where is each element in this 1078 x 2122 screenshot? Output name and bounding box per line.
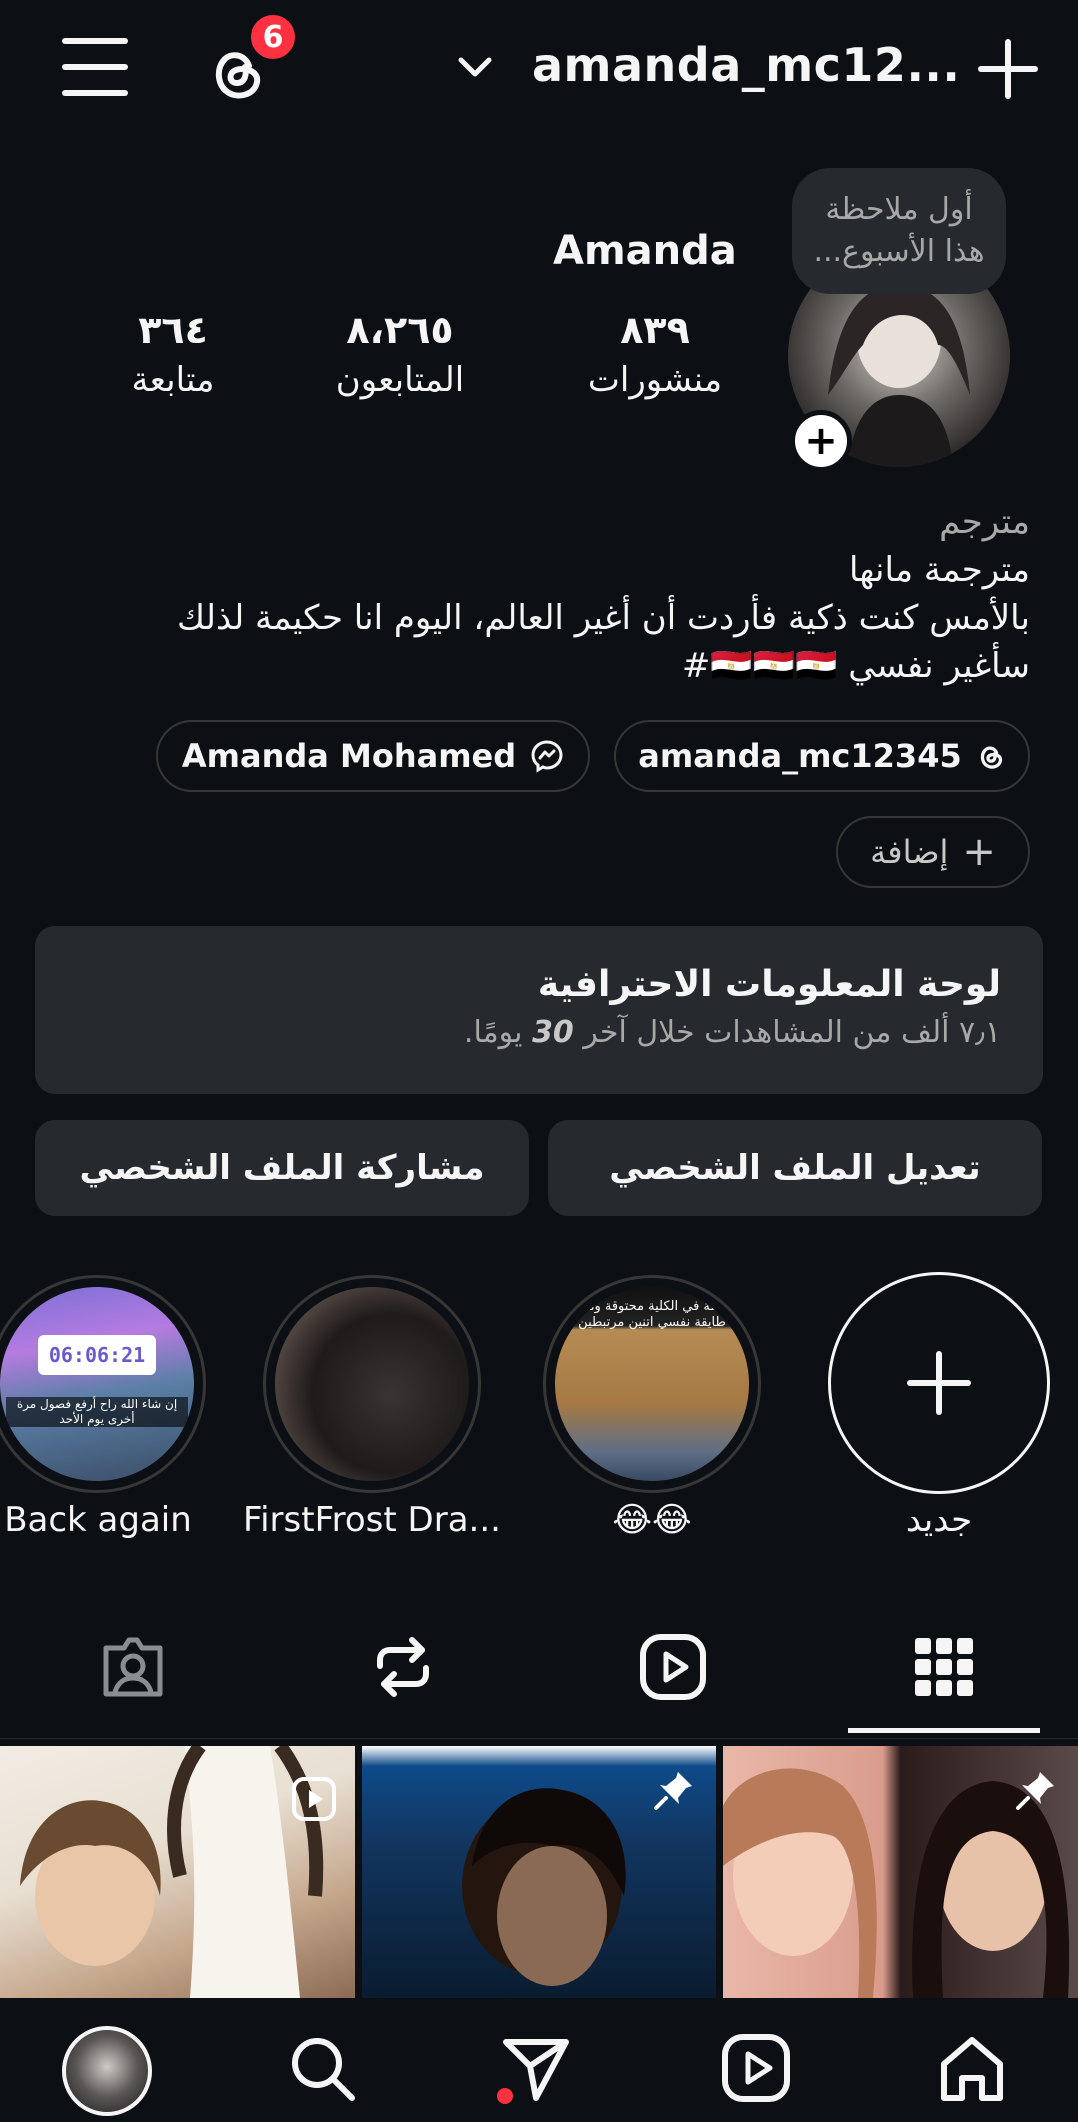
highlight-2[interactable] <box>263 1275 481 1493</box>
note-line-2: هذا الأسبوع... <box>813 234 985 269</box>
highlight-label-new: جديد <box>905 1500 973 1540</box>
tab-grid-icon[interactable] <box>909 1632 979 1702</box>
share-profile-button[interactable]: مشاركة الملف الشخصي <box>35 1120 529 1216</box>
highlight-3[interactable]: 06:06:21 إن شاء الله راح أرفع فصول مرة أ… <box>0 1275 206 1493</box>
followers-count: ٨،٢٦٥ <box>346 308 454 352</box>
hamburger-icon[interactable] <box>62 38 128 96</box>
dashboard-title: لوحة المعلومات الاحترافية <box>537 964 1001 1005</box>
notification-badge: 6 <box>248 12 298 62</box>
bio-line-2: بالأمس كنت ذكية فأردت أن أغير العالم، ال… <box>177 598 1030 638</box>
unread-dot <box>497 2088 513 2104</box>
facebook-name: Amanda Mohamed <box>181 737 517 775</box>
dashboard-subtitle-suffix: يومًا. <box>463 1015 523 1050</box>
posts-count: ٨٣٩ <box>620 308 690 352</box>
highlight-2-thumbnail <box>275 1287 469 1481</box>
facebook-link-chip[interactable]: Amanda Mohamed <box>156 720 590 792</box>
stat-posts[interactable]: ٨٣٩ منشورات <box>580 305 730 405</box>
create-plus-icon[interactable] <box>975 36 1041 102</box>
tabs-divider <box>0 1738 1078 1739</box>
following-label: متابعة <box>131 360 215 400</box>
account-switcher-username[interactable]: amanda_mc12... <box>532 38 960 92</box>
following-count: ٣٦٤ <box>138 308 208 352</box>
highlight-1[interactable]: واقفة في الكلية محتوقة ومش طايقة نفسي ات… <box>543 1275 761 1493</box>
note-line-1: أول ملاحظة <box>825 192 973 227</box>
highlight-1-thumbnail: واقفة في الكلية محتوقة ومش طايقة نفسي ات… <box>555 1287 749 1481</box>
search-icon[interactable] <box>286 2032 358 2104</box>
reels-icon[interactable] <box>720 2032 792 2104</box>
home-icon[interactable] <box>936 2032 1008 2104</box>
highlight-3-timer: 06:06:21 <box>38 1335 156 1375</box>
pinned-icon <box>652 1768 696 1812</box>
pinned-icon <box>1014 1768 1058 1812</box>
edit-profile-button[interactable]: تعديل الملف الشخصي <box>548 1120 1042 1216</box>
bio-line-3: سأغير نفسي 🇪🇬🇪🇬🇪🇬# <box>681 646 1030 686</box>
post-thumbnail-1[interactable] <box>0 1746 355 1998</box>
bio: مترجم مترجمة مانها بالأمس كنت ذكية فأردت… <box>70 498 1030 690</box>
highlight-3-thumbnail: 06:06:21 إن شاء الله راح أرفع فصول مرة أ… <box>0 1287 194 1481</box>
bio-category: مترجم <box>939 502 1030 542</box>
note-bubble[interactable]: أول ملاحظة هذا الأسبوع... <box>792 168 1006 294</box>
professional-dashboard[interactable]: لوحة المعلومات الاحترافية ٧٫١ ألف من الم… <box>35 926 1043 1094</box>
plus-icon: + <box>962 829 996 875</box>
dashboard-subtitle: ٧٫١ ألف من المشاهدات خلال آخر 30 يومًا. <box>77 1010 1001 1056</box>
messenger-icon <box>530 739 564 773</box>
tab-tagged-icon[interactable] <box>98 1632 168 1702</box>
reel-play-icon <box>291 1776 337 1822</box>
stat-followers[interactable]: ٨،٢٦٥ المتابعون <box>330 305 470 405</box>
add-story-plus-icon[interactable]: + <box>790 410 852 472</box>
tab-reposts-icon[interactable] <box>368 1632 438 1702</box>
add-link-button[interactable]: + إضافة <box>836 816 1030 888</box>
highlight-3-caption: إن شاء الله راح أرفع فصول مرة أخرى يوم ا… <box>6 1397 188 1427</box>
post-thumbnail-2[interactable] <box>362 1746 716 1998</box>
highlight-label-2: FirstFrost Dra... <box>243 1500 501 1540</box>
tab-reels-icon[interactable] <box>638 1632 708 1702</box>
posts-label: منشورات <box>587 360 723 400</box>
followers-label: المتابعون <box>335 360 465 400</box>
top-bar: 6 amanda_mc12... <box>0 0 1078 140</box>
post-thumbnail-3[interactable] <box>723 1746 1078 1998</box>
threads-icon <box>976 741 1006 771</box>
stat-following[interactable]: ٣٦٤ متابعة <box>118 305 228 405</box>
new-highlight-button[interactable] <box>828 1272 1050 1494</box>
bio-line-1: مترجمة مانها <box>848 550 1030 590</box>
highlight-1-caption: واقفة في الكلية محتوقة ومش طايقة نفسي ات… <box>570 1299 734 1330</box>
dashboard-subtitle-days: 30 <box>532 1015 574 1050</box>
threads-link-chip[interactable]: amanda_mc12345 <box>614 720 1030 792</box>
display-name: Amanda <box>553 228 737 274</box>
add-label: إضافة <box>870 833 949 871</box>
threads-handle: amanda_mc12345 <box>638 737 962 775</box>
active-tab-indicator <box>848 1728 1040 1733</box>
nav-profile-avatar[interactable] <box>62 2026 152 2116</box>
highlight-label-3: Back again <box>4 1500 192 1540</box>
highlight-label-1: 😂😂 <box>612 1500 692 1540</box>
dashboard-subtitle-prefix: ٧٫١ ألف من المشاهدات خلال آخر <box>583 1015 1001 1050</box>
chevron-down-icon[interactable] <box>455 52 495 82</box>
